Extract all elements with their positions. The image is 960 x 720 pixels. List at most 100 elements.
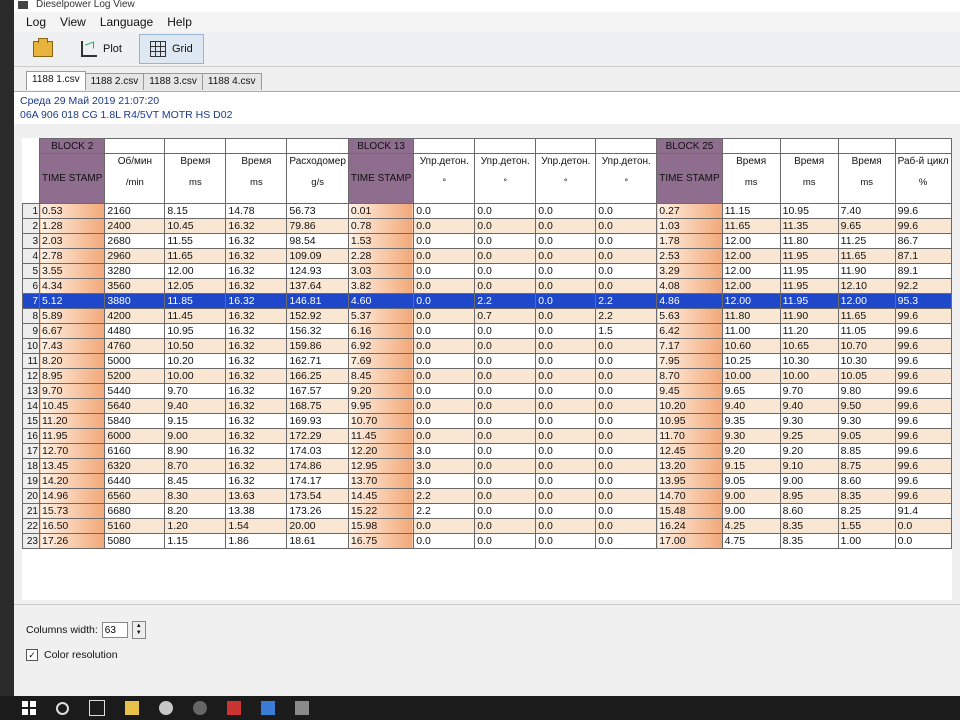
table-cell[interactable]: 1.5: [595, 323, 658, 339]
table-cell[interactable]: 12.00: [721, 233, 781, 249]
timestamp-cell[interactable]: 7.95: [656, 353, 723, 369]
timestamp-cell[interactable]: 1.53: [347, 233, 415, 249]
table-cell[interactable]: 162.71: [286, 353, 349, 369]
table-cell[interactable]: 12.00: [721, 278, 781, 294]
table-cell[interactable]: 0.0: [595, 398, 658, 414]
timestamp-cell[interactable]: 6.67: [38, 323, 106, 339]
row-number[interactable]: 18: [22, 458, 40, 474]
table-cell[interactable]: 0.0: [595, 488, 658, 504]
table-row[interactable]: 9 6.67 4480 10.95 16.32 156.32 6.16 0.0 0.0 0.0 1.…: [22, 323, 952, 339]
table-cell[interactable]: 2.2: [413, 503, 476, 519]
table-cell[interactable]: 167.57: [286, 383, 349, 399]
table-cell[interactable]: 56.73: [286, 203, 349, 219]
table-cell[interactable]: 12.00: [721, 293, 781, 309]
table-cell[interactable]: 11.90: [779, 308, 839, 324]
table-row[interactable]: 23 17.26 5080 1.15 1.86 18.61 16.75 0.0 0.0 0.0 0.…: [22, 533, 952, 549]
table-cell[interactable]: 9.30: [721, 428, 781, 444]
table-cell[interactable]: 0.0: [413, 413, 476, 429]
table-cell[interactable]: 11.95: [779, 248, 839, 264]
table-cell[interactable]: 0.0: [535, 323, 597, 339]
table-cell[interactable]: 9.50: [837, 398, 896, 414]
table-cell[interactable]: 10.70: [837, 338, 896, 354]
table-cell[interactable]: 0.0: [595, 503, 658, 519]
table-cell[interactable]: 4760: [104, 338, 166, 354]
row-number[interactable]: 5: [22, 263, 40, 279]
table-cell[interactable]: 16.32: [225, 413, 288, 429]
table-row[interactable]: 10 7.43 4760 10.50 16.32 159.86 6.92 0.0 0.0 0.0 0…: [22, 338, 952, 354]
table-cell[interactable]: 98.54: [286, 233, 349, 249]
table-cell[interactable]: 0.0: [413, 263, 476, 279]
timestamp-cell[interactable]: 6.92: [347, 338, 415, 354]
row-number[interactable]: 15: [22, 413, 40, 429]
table-cell[interactable]: 9.00: [721, 503, 781, 519]
open-button[interactable]: [22, 34, 64, 64]
timestamp-cell[interactable]: 13.20: [656, 458, 723, 474]
timestamp-cell[interactable]: 1.28: [38, 218, 106, 234]
table-cell[interactable]: 6560: [104, 488, 166, 504]
table-cell[interactable]: 0.0: [535, 518, 597, 534]
timestamp-cell[interactable]: 12.45: [656, 443, 723, 459]
table-row[interactable]: 2 1.28 2400 10.45 16.32 79.86 0.78 0.0 0.0 0.0 0.0…: [22, 218, 952, 234]
table-cell[interactable]: 99.6: [894, 473, 952, 489]
table-cell[interactable]: 2.2: [595, 308, 658, 324]
table-cell[interactable]: 92.2: [894, 278, 952, 294]
table-cell[interactable]: 91.4: [894, 503, 952, 519]
table-cell[interactable]: 3.0: [413, 458, 476, 474]
table-cell[interactable]: 8.95: [779, 488, 839, 504]
table-cell[interactable]: 1.86: [225, 533, 288, 549]
table-cell[interactable]: 0.0: [474, 488, 537, 504]
table-cell[interactable]: 0.0: [595, 233, 658, 249]
pdf-app-icon[interactable]: [227, 701, 241, 715]
table-cell[interactable]: 0.0: [595, 353, 658, 369]
table-cell[interactable]: 10.30: [779, 353, 839, 369]
table-cell[interactable]: 11.45: [164, 308, 227, 324]
table-cell[interactable]: 9.10: [779, 458, 839, 474]
table-cell[interactable]: 0.0: [535, 248, 597, 264]
spin-down-icon[interactable]: ▼: [136, 630, 142, 637]
table-cell[interactable]: 9.35: [721, 413, 781, 429]
table-cell[interactable]: 2.2: [595, 293, 658, 309]
table-row[interactable]: 18 13.45 6320 8.70 16.32 174.86 12.95 3.0 0.0 0.0…: [22, 458, 952, 474]
table-cell[interactable]: 0.0: [474, 443, 537, 459]
table-cell[interactable]: 1.15: [164, 533, 227, 549]
timestamp-cell[interactable]: 11.70: [656, 428, 723, 444]
timestamp-cell[interactable]: 9.20: [347, 383, 415, 399]
table-cell[interactable]: 11.55: [164, 233, 227, 249]
table-cell[interactable]: 16.32: [225, 458, 288, 474]
table-row[interactable]: 4 2.78 2960 11.65 16.32 109.09 2.28 0.0 0.0 0.0 0.…: [22, 248, 952, 264]
table-cell[interactable]: 9.05: [837, 428, 896, 444]
table-cell[interactable]: 0.0: [535, 458, 597, 474]
timestamp-cell[interactable]: 15.48: [656, 503, 723, 519]
table-cell[interactable]: 11.65: [164, 248, 227, 264]
timestamp-cell[interactable]: 16.75: [347, 533, 415, 549]
column-header[interactable]: Упр.детон. °: [474, 153, 537, 204]
table-cell[interactable]: 0.0: [413, 308, 476, 324]
table-cell[interactable]: 11.65: [837, 248, 896, 264]
table-cell[interactable]: 13.38: [225, 503, 288, 519]
table-cell[interactable]: 16.32: [225, 248, 288, 264]
table-cell[interactable]: 9.15: [721, 458, 781, 474]
timestamp-cell[interactable]: 2.53: [656, 248, 723, 264]
table-cell[interactable]: 12.00: [164, 263, 227, 279]
table-cell[interactable]: 4.75: [721, 533, 781, 549]
table-cell[interactable]: 16.32: [225, 293, 288, 309]
timestamp-cell[interactable]: 14.96: [38, 488, 106, 504]
table-cell[interactable]: 168.75: [286, 398, 349, 414]
table-row[interactable]: 15 11.20 5840 9.15 16.32 169.93 10.70 0.0 0.0 0.0…: [22, 413, 952, 429]
table-cell[interactable]: 12.05: [164, 278, 227, 294]
table-cell[interactable]: 10.60: [721, 338, 781, 354]
timestamp-cell[interactable]: 5.37: [347, 308, 415, 324]
table-row[interactable]: 16 11.95 6000 9.00 16.32 172.29 11.45 0.0 0.0 0.0…: [22, 428, 952, 444]
table-cell[interactable]: 0.0: [413, 368, 476, 384]
table-cell[interactable]: 8.60: [837, 473, 896, 489]
timestamp-cell[interactable]: 10.45: [38, 398, 106, 414]
file-tab[interactable]: 1188 1.csv: [26, 71, 86, 90]
table-cell[interactable]: 16.32: [225, 473, 288, 489]
table-cell[interactable]: 109.09: [286, 248, 349, 264]
timestamp-cell[interactable]: 11.95: [38, 428, 106, 444]
table-cell[interactable]: 0.0: [595, 383, 658, 399]
table-cell[interactable]: 0.0: [474, 233, 537, 249]
table-cell[interactable]: 16.32: [225, 233, 288, 249]
table-cell[interactable]: 2160: [104, 203, 166, 219]
table-cell[interactable]: 0.0: [474, 278, 537, 294]
